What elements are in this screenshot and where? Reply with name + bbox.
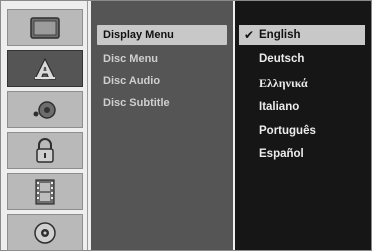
lock-icon [36, 137, 54, 163]
picture-category-button[interactable] [7, 9, 83, 46]
language-option-label: Ελληνικά [259, 76, 308, 90]
language-option-label: Español [259, 148, 304, 160]
language-option-espanol[interactable]: Español [239, 144, 365, 164]
language-option-portugues[interactable]: Português [239, 121, 365, 141]
language-option-label: Português [259, 125, 316, 137]
film-category-button[interactable] [7, 173, 83, 210]
language-option-italiano[interactable]: Italiano [239, 97, 365, 117]
language-option-english[interactable]: ✔ English [239, 25, 365, 45]
lock-category-button[interactable] [7, 132, 83, 169]
language-option-label: Deutsch [259, 53, 305, 65]
language-option-label: Italiano [259, 101, 300, 113]
language-category-button[interactable] [7, 50, 83, 87]
disc-icon [34, 221, 56, 244]
disc-category-button[interactable] [7, 214, 83, 251]
language-option-label: English [259, 29, 301, 41]
language-icon [34, 57, 56, 79]
film-icon [35, 178, 55, 205]
audio-category-button[interactable] [7, 91, 83, 128]
menu-item-display-menu[interactable]: Display Menu [97, 25, 227, 45]
category-icon-column [1, 1, 88, 251]
setup-menu-window: Display Menu Disc Menu Disc Audio Disc S… [0, 0, 372, 251]
language-option-greek[interactable]: Ελληνικά [239, 73, 365, 93]
menu-item-disc-subtitle[interactable]: Disc Subtitle [97, 93, 227, 113]
menu-item-disc-menu[interactable]: Disc Menu [97, 49, 227, 69]
checkmark-icon: ✔ [244, 28, 255, 42]
menu-item-disc-audio[interactable]: Disc Audio [97, 71, 227, 91]
audio-icon [33, 100, 56, 119]
language-option-deutsch[interactable]: Deutsch [239, 49, 365, 69]
language-options-list: ✔ English Deutsch Ελληνικά Italiano Port… [235, 1, 371, 250]
language-settings-list: Display Menu Disc Menu Disc Audio Disc S… [91, 1, 233, 250]
tv-icon [30, 16, 60, 39]
